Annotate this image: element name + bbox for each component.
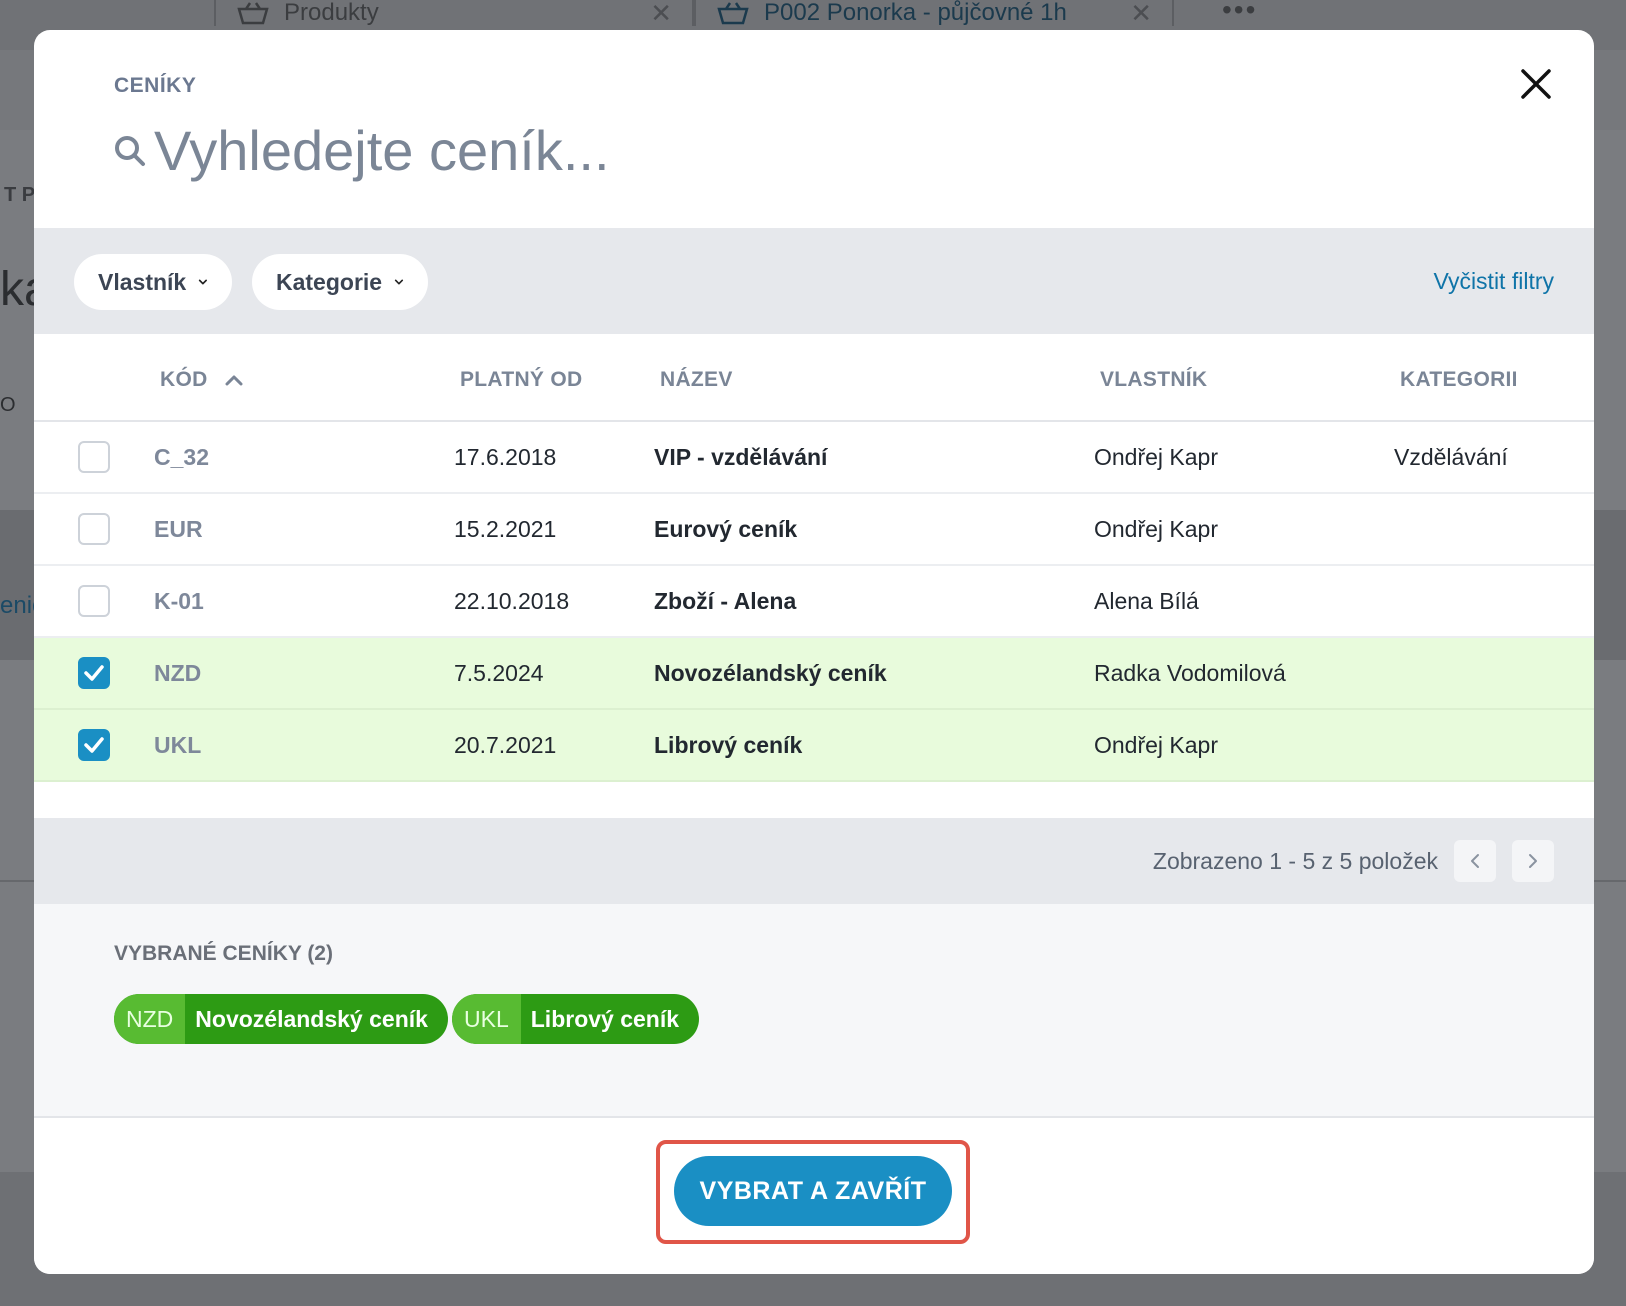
- cell-owner: Ondřej Kapr: [1094, 516, 1219, 542]
- search-bar: [112, 118, 854, 183]
- cell-name: Zboží - Alena: [654, 588, 797, 614]
- background-tab-ponorka: P002 Ponorka - půjčovné 1h ✕: [694, 0, 1174, 28]
- close-icon[interactable]: [1516, 64, 1556, 104]
- column-header-category[interactable]: KATEGORIE: [1400, 368, 1516, 392]
- selected-chip[interactable]: UKL Librový ceník: [452, 994, 700, 1044]
- cell-name: Novozélandský ceník: [654, 660, 887, 686]
- cell-valid-from: 22.10.2018: [454, 588, 570, 614]
- search-input[interactable]: [154, 118, 854, 183]
- category-filter-label: Kategorie: [276, 268, 383, 295]
- selected-chip-name: Librový ceník: [530, 1005, 680, 1032]
- cell-owner: Ondřej Kapr: [1094, 732, 1219, 758]
- selected-chip-code: UKL: [452, 994, 521, 1044]
- cell-name: Eurový ceník: [654, 516, 798, 542]
- table-row[interactable]: C_32 17.6.2018 VIP - vzdělávání Ondřej K…: [34, 422, 1594, 494]
- selected-price-lists: VYBRANÉ CENÍKY (2) NZD Novozélandský cen…: [34, 904, 1594, 1118]
- cell-owner: Radka Vodomilová: [1094, 660, 1286, 686]
- cell-owner: Ondřej Kapr: [1094, 444, 1219, 470]
- cell-category: Vzdělávání: [1394, 444, 1508, 470]
- clear-filters-link[interactable]: Vyčistit filtry: [1433, 268, 1554, 295]
- column-header-owner[interactable]: VLASTNÍK: [1100, 368, 1207, 392]
- cell-valid-from: 15.2.2021: [454, 516, 557, 542]
- selected-chip-name: Novozélandský ceník: [195, 1005, 428, 1032]
- dialog-header: CENÍKY: [34, 30, 1594, 228]
- price-list-table: C_32 17.6.2018 VIP - vzdělávání Ondřej K…: [34, 422, 1594, 782]
- basket-icon: [717, 2, 749, 25]
- owner-filter-label: Vlastník: [98, 268, 187, 295]
- dialog-title: CENÍKY: [114, 74, 197, 97]
- selected-chip[interactable]: NZD Novozélandský ceník: [114, 994, 448, 1044]
- chevron-down-icon: [394, 279, 404, 285]
- cell-code: K-01: [154, 588, 204, 614]
- row-checkbox[interactable]: [78, 729, 110, 761]
- selected-price-lists-label: VYBRANÉ CENÍKY (2): [114, 942, 333, 965]
- background-tab-produkty: Produkty ✕: [214, 0, 694, 28]
- column-header-name[interactable]: NÁZEV: [660, 368, 733, 392]
- selected-chip-code: NZD: [114, 994, 186, 1044]
- search-icon: [115, 135, 145, 166]
- next-page-button[interactable]: [1512, 840, 1554, 882]
- cell-name: VIP - vzdělávání: [654, 444, 828, 470]
- column-header-code-label: KÓD: [160, 368, 208, 391]
- row-checkbox[interactable]: [78, 441, 110, 473]
- chevron-down-icon: [199, 279, 208, 285]
- filter-bar: Vlastník Kategorie Vyčistit filtry: [34, 228, 1594, 334]
- cell-valid-from: 17.6.2018: [454, 444, 557, 470]
- chevron-right-icon: [1529, 854, 1537, 868]
- checkmark-icon: [84, 665, 104, 681]
- row-checkbox[interactable]: [78, 585, 110, 617]
- column-header-valid-from[interactable]: PLATNÝ OD: [460, 368, 582, 392]
- column-header-code[interactable]: KÓD: [160, 368, 244, 392]
- table-row[interactable]: EUR 15.2.2021 Eurový ceník Ondřej Kapr: [34, 494, 1594, 566]
- dialog-footer: VYBRAT A ZAVŘÍT: [34, 1118, 1594, 1274]
- background-fragment: O: [0, 394, 16, 416]
- table-row[interactable]: NZD 7.5.2024 Novozélandský ceník Radka V…: [34, 638, 1594, 710]
- pagination-summary: Zobrazeno 1 - 5 z 5 položek: [1152, 848, 1438, 874]
- close-icon: ✕: [650, 0, 672, 28]
- pagination-bar: Zobrazeno 1 - 5 z 5 položek: [34, 818, 1594, 904]
- chevron-left-icon: [1471, 854, 1479, 868]
- checkmark-icon: [84, 737, 104, 753]
- cell-name: Librový ceník: [654, 732, 803, 758]
- cell-valid-from: 7.5.2024: [454, 660, 544, 686]
- more-icon: •••: [1222, 0, 1258, 25]
- cell-code: C_32: [154, 444, 209, 470]
- cell-code: NZD: [154, 660, 202, 686]
- category-filter-dropdown[interactable]: Kategorie: [252, 254, 428, 310]
- previous-page-button[interactable]: [1454, 840, 1496, 882]
- select-and-close-button[interactable]: VYBRAT A ZAVŘÍT: [674, 1156, 952, 1226]
- cell-owner: Alena Bílá: [1094, 588, 1199, 614]
- table-header: KÓD PLATNÝ OD NÁZEV VLASTNÍK KATEGORIE: [34, 334, 1594, 422]
- table-row[interactable]: UKL 20.7.2021 Librový ceník Ondřej Kapr: [34, 710, 1594, 782]
- cell-valid-from: 20.7.2021: [454, 732, 557, 758]
- owner-filter-dropdown[interactable]: Vlastník: [74, 254, 232, 310]
- cell-code: UKL: [154, 732, 202, 758]
- basket-icon: [237, 2, 269, 25]
- background-tab-label: P002 Ponorka - půjčovné 1h: [764, 0, 1067, 26]
- row-checkbox[interactable]: [78, 513, 110, 545]
- sort-ascending-icon: [225, 375, 243, 386]
- row-checkbox[interactable]: [78, 657, 110, 689]
- price-list-picker-dialog: CENÍKY Vlastník Kategorie Vyčistit filtr…: [34, 30, 1594, 1274]
- close-icon: ✕: [1130, 0, 1152, 28]
- table-row[interactable]: K-01 22.10.2018 Zboží - Alena Alena Bílá: [34, 566, 1594, 638]
- cell-code: EUR: [154, 516, 203, 542]
- background-tab-label: Produkty: [284, 0, 379, 26]
